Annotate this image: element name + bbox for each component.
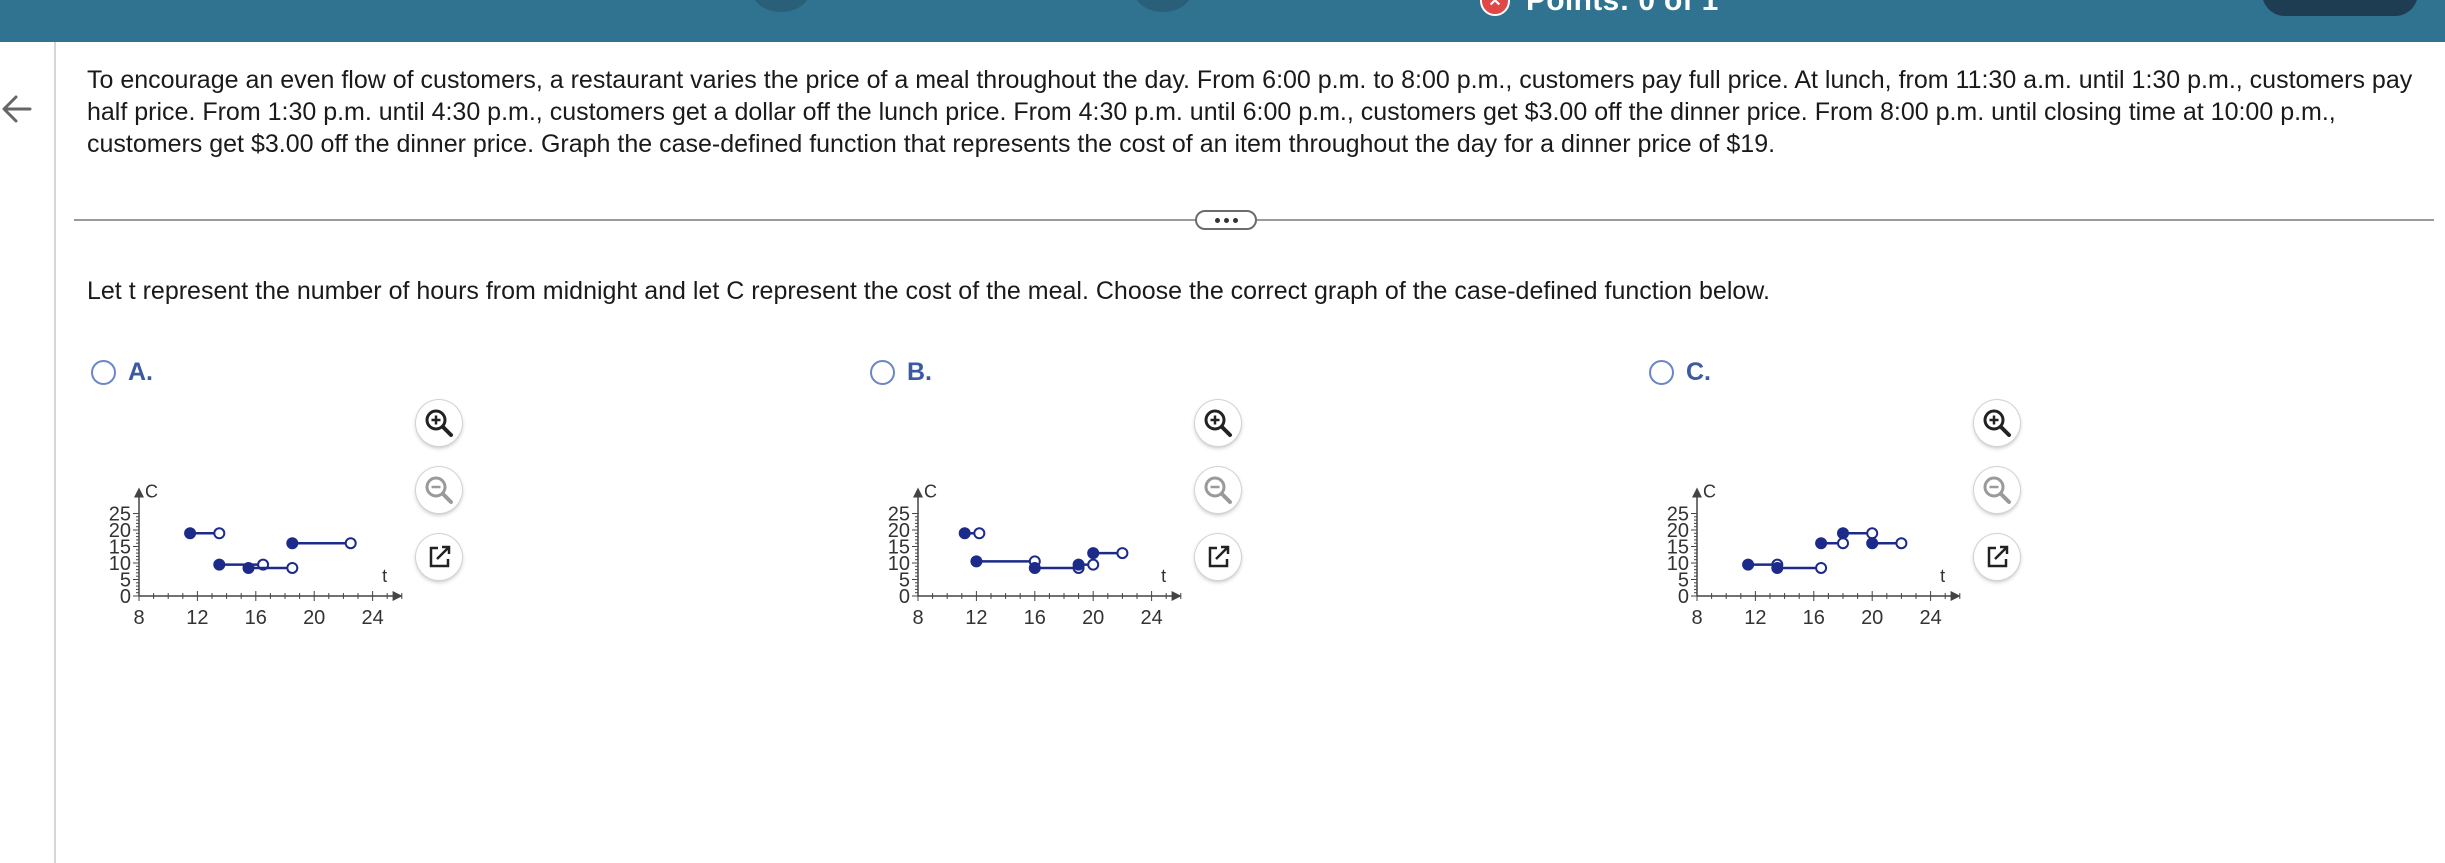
header-nav-button[interactable] (1134, 0, 1192, 12)
external-link-icon[interactable] (1974, 534, 2020, 580)
zoom-in-icon[interactable] (416, 400, 462, 446)
closed-point (1837, 527, 1849, 540)
open-point (1087, 558, 1100, 571)
header-nav-button[interactable] (752, 0, 810, 12)
closed-point (1087, 547, 1100, 560)
option-c-radio[interactable] (1649, 360, 1674, 385)
y-tick-label: 25 (1667, 504, 1689, 526)
closed-point (1072, 558, 1085, 571)
ellipsis-icon[interactable] (1195, 210, 1257, 230)
left-divider (54, 42, 56, 863)
open-point (344, 537, 357, 550)
x-tick-label: 20 (303, 607, 325, 629)
points-status: ✕ Points: 0 of 1 (1480, 0, 1719, 17)
x-axis-arrow (1171, 591, 1182, 601)
option-a[interactable]: A. 8 12 16 20 24 0 5 10 15 20 25 t C (87, 356, 547, 636)
zoom-in-icon[interactable] (1195, 400, 1241, 446)
option-a-radio[interactable] (91, 360, 116, 385)
y-tick-label: 25 (109, 504, 131, 526)
closed-point (1028, 561, 1041, 574)
zoom-out-icon[interactable] (1195, 467, 1241, 513)
x-tick-label: 16 (1803, 607, 1825, 629)
points-text: Points: 0 of 1 (1526, 0, 1719, 17)
y-axis-label: C (145, 482, 158, 502)
open-point (1895, 537, 1908, 550)
x-tick-label: 20 (1082, 607, 1104, 629)
x-tick-label: 20 (1861, 607, 1883, 629)
closed-point (958, 527, 971, 540)
x-axis-label: t (382, 566, 387, 586)
external-link-icon[interactable] (416, 534, 462, 580)
x-tick-label: 16 (245, 607, 267, 629)
option-b-letter: B. (907, 358, 932, 386)
closed-point (1742, 558, 1755, 571)
open-point (213, 527, 226, 540)
y-axis-label: C (924, 482, 937, 502)
x-axis-arrow (1950, 591, 1961, 601)
x-axis-label: t (1940, 566, 1945, 586)
closed-point (242, 561, 255, 574)
option-b-header[interactable]: B. (870, 358, 932, 387)
closed-point (1866, 537, 1879, 550)
open-point (286, 561, 299, 574)
option-a-graph: 8 12 16 20 240510152025tC (109, 482, 403, 629)
x-tick-label: 24 (1140, 607, 1162, 629)
x-circle-icon: ✕ (1480, 0, 1510, 16)
option-a-header[interactable]: A. (91, 358, 153, 387)
y-axis-label: C (1703, 482, 1716, 502)
x-tick-label: 12 (1744, 607, 1766, 629)
closed-point (184, 527, 197, 540)
x-axis-arrow (392, 591, 403, 601)
option-b-radio[interactable] (870, 360, 895, 385)
x-tick-label: 8 (133, 607, 144, 629)
open-point (1866, 527, 1879, 540)
external-link-icon[interactable] (1195, 534, 1241, 580)
question-text: To encourage an even flow of customers, … (87, 66, 2413, 158)
header-action-button[interactable] (2262, 0, 2418, 16)
x-tick-label: 24 (1919, 607, 1941, 629)
option-c[interactable]: C. 8 12 16 20 24 0 5 10 15 20 25 t C (1645, 356, 2105, 636)
option-b-graph: 8 12 16 20 240510152025tC (888, 482, 1182, 629)
y-axis-arrow (1692, 487, 1702, 498)
closed-point (1771, 561, 1784, 574)
x-tick-label: 12 (186, 607, 208, 629)
option-a-letter: A. (128, 358, 153, 386)
closed-point (1815, 537, 1828, 550)
x-tick-label: 24 (361, 607, 383, 629)
option-c-letter: C. (1686, 358, 1711, 386)
closed-point (286, 537, 299, 550)
y-tick-label: 25 (888, 504, 910, 526)
open-point (1815, 561, 1828, 574)
x-tick-label: 8 (912, 607, 923, 629)
option-c-graph: 8 12 16 20 240510152025tC (1667, 482, 1961, 629)
option-c-header[interactable]: C. (1649, 358, 1711, 387)
arrow-left-icon[interactable] (0, 86, 36, 132)
instruction-text: Let t represent the number of hours from… (87, 277, 1770, 305)
x-tick-label: 12 (965, 607, 987, 629)
zoom-out-icon[interactable] (1974, 467, 2020, 513)
open-point (973, 527, 986, 540)
x-axis-label: t (1161, 566, 1166, 586)
x-tick-label: 8 (1691, 607, 1702, 629)
option-b[interactable]: B. 8 12 16 20 24 0 5 10 15 20 25 t C (866, 356, 1326, 636)
zoom-in-icon[interactable] (1974, 400, 2020, 446)
header-bar: ✕ Points: 0 of 1 (0, 0, 2445, 42)
closed-point (213, 558, 226, 571)
closed-point (970, 555, 983, 568)
zoom-out-icon[interactable] (416, 467, 462, 513)
y-axis-arrow (913, 487, 923, 498)
x-tick-label: 16 (1024, 607, 1046, 629)
open-point (1116, 547, 1129, 560)
open-point (1837, 537, 1849, 550)
y-axis-arrow (134, 487, 144, 498)
